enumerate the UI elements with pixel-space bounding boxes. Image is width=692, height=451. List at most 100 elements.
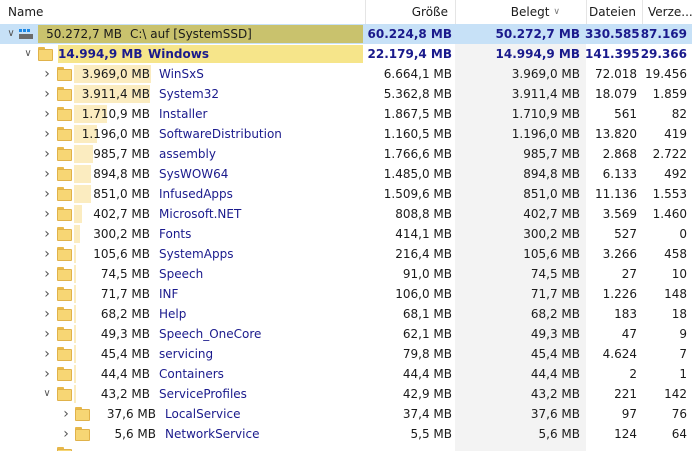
verzeichnisse-value: 19.456 (645, 67, 687, 81)
tree-row-folder[interactable]: › 402,7 MB Microsoft.NET 808,8 MB 402,7 MB 3.… (0, 204, 692, 224)
verzeichnisse-value: 1.553 (652, 187, 687, 201)
folder-icon (57, 327, 72, 341)
chevron-right-icon[interactable]: › (41, 364, 53, 384)
dateien-value: 72.018 (595, 67, 637, 81)
dateien-value: 11.136 (595, 187, 637, 201)
chevron-right-icon[interactable]: › (41, 224, 53, 244)
verzeichnisse-value: 9 (679, 327, 687, 341)
header-groesse[interactable]: Größe (366, 0, 448, 24)
tree-row-folder[interactable]: › 45,4 MB servicing 79,8 MB 45,4 MB 4.624 7 (0, 344, 692, 364)
dateien-value: 6.133 (602, 167, 637, 181)
tree-row-folder[interactable]: › 44,4 MB Containers 44,4 MB 44,4 MB 2 1 (0, 364, 692, 384)
folder-icon (57, 67, 72, 81)
groesse-value: 79,8 MB (402, 347, 452, 361)
dateien-value: 4.624 (602, 347, 637, 361)
header-belegt[interactable]: Belegt ∨ (456, 0, 560, 24)
tree-row-folder[interactable]: ∨ 43,2 MB ServiceProfiles 42,9 MB 43,2 MB 221… (0, 384, 692, 404)
folder-icon (57, 127, 72, 141)
chevron-right-icon[interactable]: › (41, 164, 53, 184)
tree-row-folder[interactable]: › 105,6 MB SystemApps 216,4 MB 105,6 MB 3.266… (0, 244, 692, 264)
chevron-right-icon[interactable]: › (41, 144, 53, 164)
chevron-right-icon[interactable]: › (41, 284, 53, 304)
folder-name: Containers (159, 367, 224, 381)
belegt-value: 74,5 MB (530, 267, 580, 281)
sort-descending-icon: ∨ (553, 7, 560, 17)
header-name[interactable]: Name (8, 0, 208, 24)
folder-size-label: 1.710,9 MB (81, 107, 150, 121)
tree-row-folder[interactable]: › 71,7 MB INF 106,0 MB 71,7 MB 1.226 148 (0, 284, 692, 304)
chevron-right-icon[interactable]: › (41, 184, 53, 204)
tree-row-folder[interactable]: › 3.911,4 MB System32 5.362,8 MB 3.911,4 MB 1… (0, 84, 692, 104)
chevron-right-icon[interactable]: › (41, 124, 53, 144)
chevron-right-icon[interactable]: › (41, 324, 53, 344)
folder-icon (57, 187, 72, 201)
tree-row-windows[interactable]: ∨ 14.994,9 MB Windows 22.179,4 MB 14.994… (0, 44, 692, 64)
tree-row-folder[interactable]: › 3.969,0 MB WinSxS 6.664,1 MB 3.969,0 MB 72.… (0, 64, 692, 84)
belegt-value: 402,7 MB (523, 207, 580, 221)
groesse-value: 1.867,5 MB (383, 107, 452, 121)
chevron-right-icon[interactable]: › (60, 404, 72, 424)
belegt-value: 49,3 MB (530, 327, 580, 341)
tree-row-folder[interactable]: › 49,3 MB Speech_OneCore 62,1 MB 49,3 MB 47 9 (0, 324, 692, 344)
tree-row-folder[interactable]: › 1.710,9 MB Installer 1.867,5 MB 1.710,9 MB… (0, 104, 692, 124)
verzeichnisse-value: 1 (679, 367, 687, 381)
chevron-right-icon[interactable]: › (41, 104, 53, 124)
tree-row-folder[interactable]: › 74,5 MB Speech 91,0 MB 74,5 MB 27 10 (0, 264, 692, 284)
chevron-right-icon[interactable]: › (41, 244, 53, 264)
belegt-value: 14.994,9 MB (495, 47, 580, 61)
tree-row-subfolder[interactable]: › 37,6 MB LocalService 37,4 MB 37,6 MB 97 76 (0, 404, 692, 424)
tree-row-folder[interactable]: › 1.196,0 MB SoftwareDistribution 1.160,5 M… (0, 124, 692, 144)
chevron-down-icon[interactable]: ∨ (5, 24, 17, 44)
folder-name: LocalService (165, 407, 241, 421)
chevron-right-icon[interactable]: › (60, 424, 72, 444)
chevron-down-icon[interactable]: ∨ (22, 44, 34, 64)
header-dateien[interactable]: Dateien (587, 0, 636, 24)
folder-size-label: 74,5 MB (100, 267, 150, 281)
chevron-right-icon[interactable]: › (41, 344, 53, 364)
belegt-value: 1.710,9 MB (511, 107, 580, 121)
folder-size-label: 894,8 MB (93, 167, 150, 181)
tree-row-folder[interactable]: › 894,8 MB SysWOW64 1.485,0 MB 894,8 MB 6.133… (0, 164, 692, 184)
header-verzeichnisse[interactable]: Verze... (648, 0, 692, 24)
groesse-value: 808,8 MB (395, 207, 452, 221)
tree-row-folder[interactable]: › 68,2 MB Help 68,1 MB 68,2 MB 183 18 (0, 304, 692, 324)
chevron-down-icon[interactable]: ∨ (41, 384, 53, 404)
verzeichnisse-value: 142 (664, 387, 687, 401)
header-divider[interactable] (642, 0, 643, 24)
dateien-value: 527 (614, 227, 637, 241)
folder-icon (57, 287, 72, 301)
folder-size-label: 985,7 MB (93, 147, 150, 161)
folder-size-label: 45,4 MB (100, 347, 150, 361)
folder-size-label: 300,2 MB (93, 227, 150, 241)
chevron-right-icon[interactable]: › (41, 64, 53, 84)
belegt-value: 851,0 MB (523, 187, 580, 201)
tree-row-folder[interactable]: › 300,2 MB Fonts 414,1 MB 300,2 MB 527 0 (0, 224, 692, 244)
tree-row-folder[interactable]: › 851,0 MB InfusedApps 1.509,6 MB 851,0 MB 11… (0, 184, 692, 204)
folder-size-label: 43,2 MB (100, 387, 150, 401)
chevron-right-icon[interactable]: › (41, 304, 53, 324)
folder-icon (57, 267, 72, 281)
folder-name: Speech (159, 267, 204, 281)
verzeichnisse-value: 82 (671, 107, 687, 121)
drive-icon (19, 29, 33, 39)
folder-name: C:\ auf [SystemSSD] (130, 27, 252, 41)
groesse-value: 106,0 MB (395, 287, 452, 301)
chevron-right-icon[interactable]: › (41, 84, 53, 104)
folder-icon (57, 307, 72, 321)
chevron-right-icon[interactable]: › (41, 264, 53, 284)
tree-row-folder[interactable]: › 985,7 MB assembly 1.766,6 MB 985,7 MB 2.868… (0, 144, 692, 164)
groesse-value: 5,5 MB (410, 427, 452, 441)
groesse-value: 6.664,1 MB (383, 67, 452, 81)
groesse-value: 91,0 MB (402, 267, 452, 281)
folder-icon (57, 167, 72, 181)
folder-name: System32 (159, 87, 220, 101)
tree-row-root[interactable]: ∨ 50.272,7 MB C:\ auf [SystemSSD] 60.224… (0, 24, 692, 44)
dateien-value: 141.395 (585, 47, 640, 61)
tree-row-subfolder[interactable]: › 5,6 MB NetworkService 5,5 MB 5,6 MB 124 64 (0, 424, 692, 444)
belegt-value: 3.969,0 MB (511, 67, 580, 81)
folder-icon (57, 87, 72, 101)
folder-name: INF (159, 287, 179, 301)
folder-size-label: 5,6 MB (114, 427, 156, 441)
folder-icon (57, 367, 72, 381)
chevron-right-icon[interactable]: › (41, 204, 53, 224)
